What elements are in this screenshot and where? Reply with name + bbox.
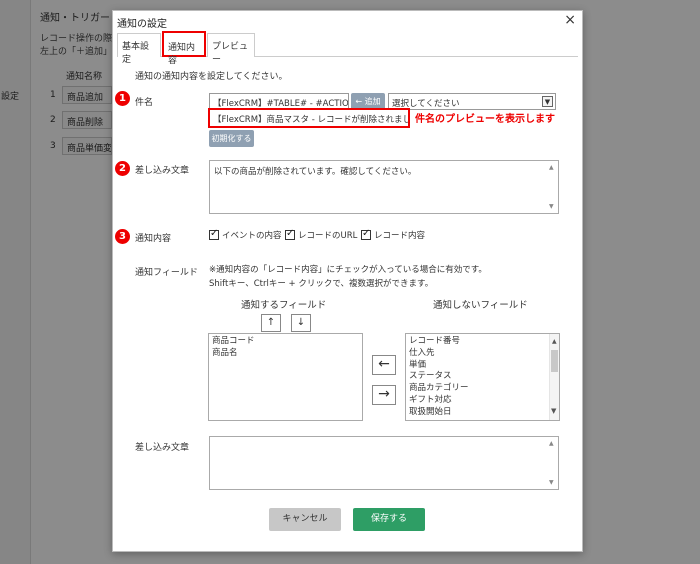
variable-select[interactable]: 選択してください ▼: [388, 93, 556, 110]
nonotify-fields-heading: 通知しないフィールド: [433, 300, 528, 311]
step-badge-2: 2: [115, 161, 130, 176]
dialog-title: 通知の設定: [117, 19, 167, 30]
list-item[interactable]: ギフト対応: [409, 395, 556, 407]
textarea-scrollbar[interactable]: ▲ ▼: [549, 162, 557, 212]
cancel-button[interactable]: キャンセル: [269, 508, 341, 531]
move-down-button[interactable]: ↓: [291, 314, 311, 332]
insert-text-area-2[interactable]: ▲ ▼: [209, 436, 559, 490]
move-right-button[interactable]: →: [372, 385, 396, 405]
step-badge-3: 3: [115, 229, 130, 244]
tab-notification-content[interactable]: 通知内容: [162, 31, 206, 66]
checkbox-event-content[interactable]: イベントの内容: [209, 228, 282, 241]
checkbox-label: レコード内容: [374, 231, 426, 241]
subject-label: 件名: [135, 98, 154, 108]
insert-text-area[interactable]: 以下の商品が削除されています。確認してください。 ▲ ▼: [209, 160, 559, 214]
tab-bar: 基本設定 通知内容 プレビュー: [117, 31, 578, 66]
reset-button[interactable]: 初期化する: [209, 130, 254, 147]
close-icon[interactable]: ×: [564, 12, 576, 28]
list-item[interactable]: 商品コード: [212, 336, 359, 348]
list-item[interactable]: 商品カテゴリー: [409, 383, 556, 395]
content-label: 通知内容: [135, 234, 172, 244]
fields-note: Shiftキー、Ctrlキー + クリックで、複数選択ができます。: [209, 279, 434, 289]
list-item[interactable]: レコード番号: [409, 336, 556, 348]
checkbox-record-url[interactable]: レコードのURL: [285, 228, 358, 241]
list-item[interactable]: 取扱開始日: [409, 407, 556, 419]
tab-preview[interactable]: プレビュー: [207, 33, 255, 65]
intro-text: 通知の通知内容を設定してください。: [135, 72, 288, 82]
preview-annotation: 件名のプレビューを表示します: [415, 114, 555, 125]
nonotify-fields-list[interactable]: レコード番号 仕入先 単価 ステータス 商品カテゴリー ギフト対応 取扱開始日 …: [405, 333, 560, 421]
save-button[interactable]: 保存する: [353, 508, 425, 531]
list-scrollbar[interactable]: ▲ ▼: [549, 334, 559, 420]
checkbox-label: レコードのURL: [298, 231, 358, 241]
checkbox-checked-icon: [361, 228, 371, 240]
insert-text-value: 以下の商品が削除されています。確認してください。: [214, 167, 417, 177]
checkbox-label: イベントの内容: [222, 231, 282, 241]
subject-preview: 【FlexCRM】商品マスタ - レコードが削除されました: [208, 108, 410, 128]
list-item[interactable]: 仕入先: [409, 348, 556, 360]
move-up-button[interactable]: ↑: [261, 314, 281, 332]
notify-fields-heading: 通知するフィールド: [241, 300, 327, 311]
list-item[interactable]: 単価: [409, 360, 556, 372]
step-badge-1: 1: [115, 91, 130, 106]
insert-text-label: 差し込み文章: [135, 166, 190, 176]
insert-text-label-2: 差し込み文章: [135, 443, 190, 453]
fields-note: ※通知内容の「レコード内容」にチェックが入っている場合に有効です。: [209, 265, 487, 275]
tab-basic-settings[interactable]: 基本設定: [117, 33, 161, 65]
checkbox-checked-icon: [209, 228, 219, 240]
list-item[interactable]: 商品名: [212, 348, 359, 360]
list-item[interactable]: ステータス: [409, 371, 556, 383]
chevron-down-icon: ▼: [542, 96, 553, 107]
notification-settings-dialog: 通知の設定 × 基本設定 通知内容 プレビュー 通知の通知内容を設定してください…: [112, 10, 583, 552]
notify-fields-list[interactable]: 商品コード 商品名: [208, 333, 363, 421]
move-left-button[interactable]: ←: [372, 355, 396, 375]
textarea-scrollbar[interactable]: ▲ ▼: [549, 438, 557, 488]
checkbox-checked-icon: [285, 228, 295, 240]
fields-label: 通知フィールド: [135, 268, 198, 278]
checkbox-record-content[interactable]: レコード内容: [361, 228, 426, 241]
